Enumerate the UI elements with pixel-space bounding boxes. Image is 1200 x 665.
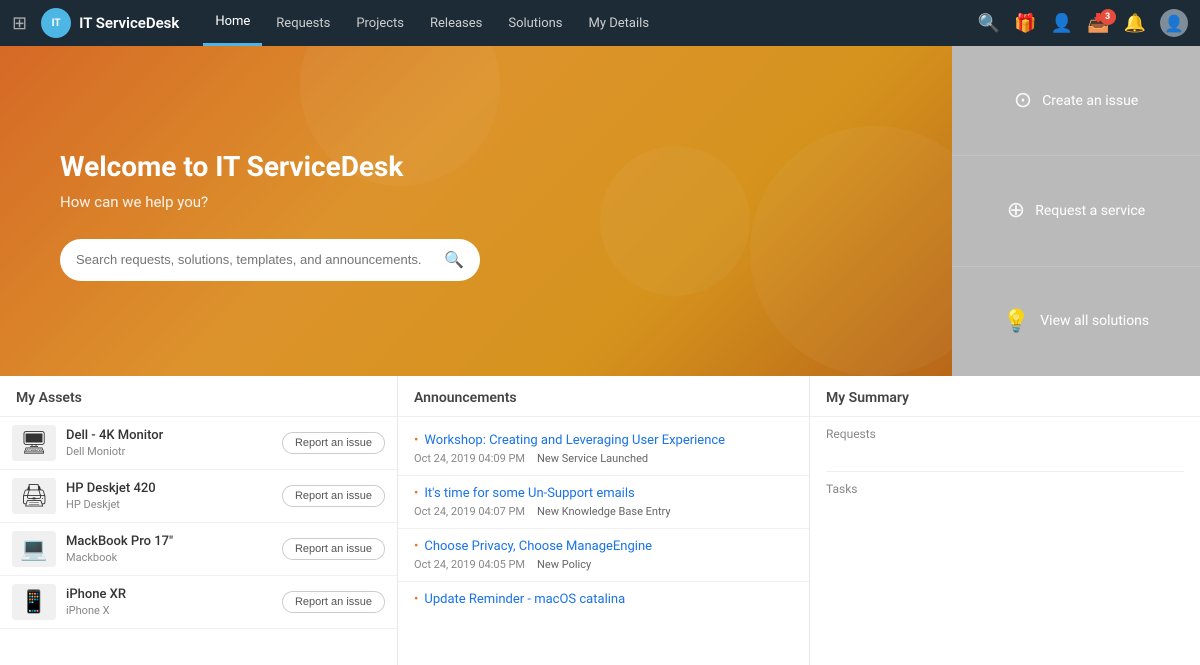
content-area: My Assets 🖥 Dell - 4K Monitor Dell Monio… [0, 376, 1200, 665]
app-name: IT ServiceDesk [79, 14, 179, 32]
bell-icon[interactable]: 🔔 [1124, 13, 1146, 34]
header: ⊞ IT IT ServiceDesk HomeRequestsProjects… [0, 0, 1200, 46]
hero-right: ⊙ Create an issue ⊕ Request a service 💡 … [952, 46, 1200, 376]
announcement-title[interactable]: It's time for some Un-Support emails [414, 486, 793, 501]
hero-overlay [0, 46, 952, 376]
view-solutions-action[interactable]: 💡 View all solutions [952, 267, 1200, 376]
hero-section: Welcome to IT ServiceDesk How can we hel… [0, 46, 1200, 376]
hero-subtitle: How can we help you? [60, 193, 904, 211]
search-submit-icon[interactable]: 🔍 [444, 250, 464, 269]
asset-sub: Dell Moniotr [66, 445, 272, 458]
announcement-date: Oct 24, 2019 04:05 PM [414, 558, 525, 571]
gift-icon[interactable]: 🎁 [1014, 13, 1036, 34]
grid-icon[interactable]: ⊞ [12, 13, 27, 34]
logo[interactable]: IT IT ServiceDesk [41, 8, 179, 38]
inbox-icon[interactable]: 📥 3 [1087, 13, 1109, 34]
asset-name: iPhone XR [66, 587, 272, 602]
create-issue-icon: ⊙ [1014, 88, 1032, 113]
list-item: 🖨 HP Deskjet 420 HP Deskjet Report an is… [0, 470, 397, 523]
announcement-meta: Oct 24, 2019 04:05 PM New Policy [414, 558, 793, 571]
announcement-date: Oct 24, 2019 04:09 PM [414, 452, 525, 465]
user-settings-icon[interactable]: 👤 [1051, 13, 1073, 34]
announcements-title: Announcements [398, 376, 809, 417]
asset-sub: iPhone X [66, 604, 272, 617]
assets-panel: My Assets 🖥 Dell - 4K Monitor Dell Monio… [0, 376, 398, 665]
report-issue-button[interactable]: Report an issue [282, 432, 385, 454]
list-item: 💻 MackBook Pro 17" Mackbook Report an is… [0, 523, 397, 576]
hero-bg-shapes [0, 46, 952, 376]
asset-name: MackBook Pro 17" [66, 534, 272, 549]
list-item: 🖥 Dell - 4K Monitor Dell Moniotr Report … [0, 417, 397, 470]
tasks-label: Tasks [826, 482, 1184, 496]
asset-info: HP Deskjet 420 HP Deskjet [66, 481, 272, 511]
announcement-tag: New Service Launched [537, 452, 648, 465]
avatar[interactable]: 👤 [1160, 9, 1188, 37]
asset-info: iPhone XR iPhone X [66, 587, 272, 617]
announcement-title[interactable]: Choose Privacy, Choose ManageEngine [414, 539, 793, 554]
list-item: 📱 iPhone XR iPhone X Report an issue [0, 576, 397, 629]
list-item: Choose Privacy, Choose ManageEngine Oct … [398, 529, 809, 582]
main-nav: HomeRequestsProjectsReleasesSolutionsMy … [203, 0, 968, 46]
asset-info: Dell - 4K Monitor Dell Moniotr [66, 428, 272, 458]
nav-item-projects[interactable]: Projects [344, 0, 416, 46]
assets-title: My Assets [0, 376, 397, 417]
hero-left: Welcome to IT ServiceDesk How can we hel… [0, 46, 952, 376]
announcement-tag: New Knowledge Base Entry [537, 505, 671, 518]
request-service-label: Request a service [1035, 203, 1145, 219]
tasks-section: Tasks [810, 472, 1200, 526]
search-bar: 🔍 [60, 239, 480, 281]
search-icon[interactable]: 🔍 [978, 13, 1000, 34]
summary-title: My Summary [810, 376, 1200, 417]
announcement-title[interactable]: Workshop: Creating and Leveraging User E… [414, 433, 793, 448]
search-input[interactable] [76, 252, 444, 267]
nav-item-requests[interactable]: Requests [264, 0, 342, 46]
asset-sub: HP Deskjet [66, 498, 272, 511]
header-actions: 🔍 🎁 👤 📥 3 🔔 👤 [978, 9, 1188, 37]
report-issue-button[interactable]: Report an issue [282, 485, 385, 507]
list-item: Workshop: Creating and Leveraging User E… [398, 423, 809, 476]
request-service-action[interactable]: ⊕ Request a service [952, 156, 1200, 266]
report-issue-button[interactable]: Report an issue [282, 538, 385, 560]
asset-icon: 🖥 [12, 425, 56, 461]
asset-list: 🖥 Dell - 4K Monitor Dell Moniotr Report … [0, 417, 397, 665]
announcement-meta: Oct 24, 2019 04:09 PM New Service Launch… [414, 452, 793, 465]
solutions-icon: 💡 [1003, 309, 1030, 334]
requests-label: Requests [826, 427, 1184, 441]
hero-title: Welcome to IT ServiceDesk [60, 150, 904, 183]
summary-panel: My Summary Requests Tasks [810, 376, 1200, 665]
announcement-tag: New Policy [537, 558, 591, 571]
asset-sub: Mackbook [66, 551, 272, 564]
nav-item-my details[interactable]: My Details [577, 0, 662, 46]
asset-info: MackBook Pro 17" Mackbook [66, 534, 272, 564]
report-issue-button[interactable]: Report an issue [282, 591, 385, 613]
request-service-icon: ⊕ [1007, 198, 1025, 223]
inbox-badge: 3 [1100, 9, 1116, 25]
view-solutions-label: View all solutions [1040, 313, 1149, 329]
asset-name: HP Deskjet 420 [66, 481, 272, 496]
create-issue-label: Create an issue [1042, 93, 1138, 109]
asset-icon: 💻 [12, 531, 56, 567]
announcement-title[interactable]: Update Reminder - macOS catalina [414, 592, 793, 607]
nav-item-releases[interactable]: Releases [418, 0, 494, 46]
requests-section: Requests [810, 417, 1200, 471]
announcement-date: Oct 24, 2019 04:07 PM [414, 505, 525, 518]
announcement-list: Workshop: Creating and Leveraging User E… [398, 417, 809, 665]
list-item: Update Reminder - macOS catalina [398, 582, 809, 621]
asset-name: Dell - 4K Monitor [66, 428, 272, 443]
announcements-panel: Announcements Workshop: Creating and Lev… [398, 376, 810, 665]
logo-circle: IT [41, 8, 71, 38]
announcement-meta: Oct 24, 2019 04:07 PM New Knowledge Base… [414, 505, 793, 518]
nav-item-solutions[interactable]: Solutions [496, 0, 574, 46]
create-issue-action[interactable]: ⊙ Create an issue [952, 46, 1200, 156]
list-item: It's time for some Un-Support emails Oct… [398, 476, 809, 529]
asset-icon: 🖨 [12, 478, 56, 514]
nav-item-home[interactable]: Home [203, 0, 262, 46]
asset-icon: 📱 [12, 584, 56, 620]
